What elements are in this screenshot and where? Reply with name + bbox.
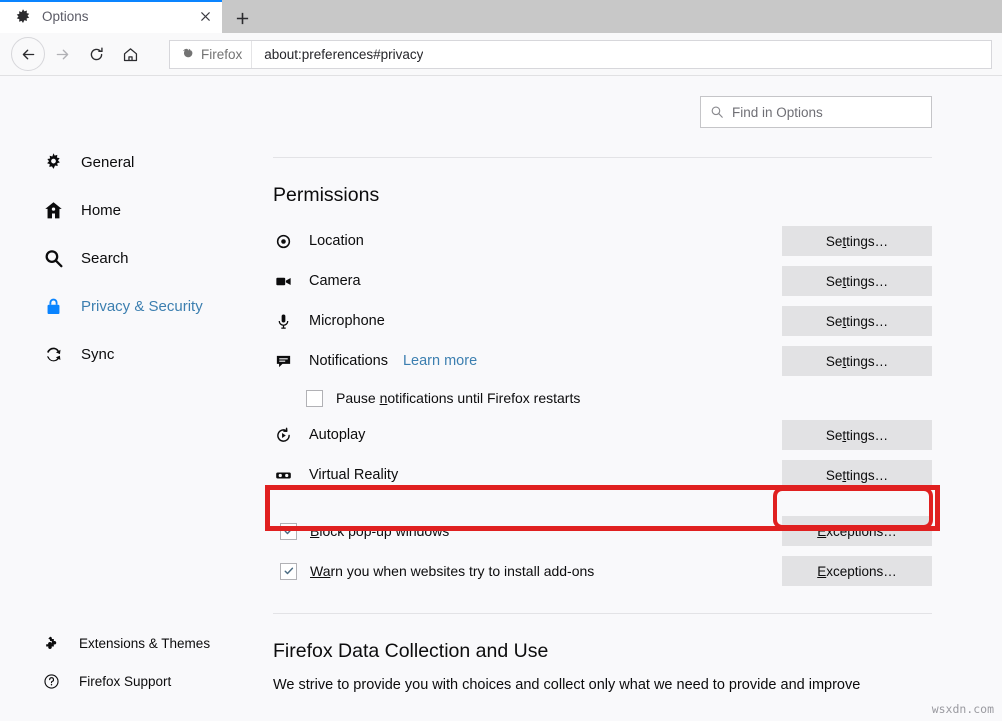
back-arrow-icon[interactable] — [11, 37, 45, 71]
notification-icon — [273, 351, 293, 371]
sidebar-item-label: Search — [81, 250, 129, 267]
sync-icon — [42, 343, 64, 365]
search-icon — [710, 105, 724, 119]
new-tab-button[interactable] — [222, 3, 262, 33]
block-popups-exceptions-button[interactable]: Exceptions… — [782, 516, 932, 546]
pause-notifications-checkbox[interactable] — [306, 390, 323, 407]
puzzle-icon — [42, 634, 60, 652]
gear-icon — [42, 151, 64, 173]
navigation-toolbar: Firefox about:preferences#privacy — [0, 33, 1002, 76]
forward-arrow-icon[interactable] — [45, 37, 79, 71]
sidebar-item-firefox-support[interactable]: Firefox Support — [0, 662, 266, 700]
sidebar-item-general[interactable]: General — [0, 138, 266, 186]
option-row-warn-addons: Warn you when websites try to install ad… — [273, 551, 932, 591]
permission-label: Notifications — [309, 353, 388, 369]
permission-row-microphone: Microphone Settings… — [273, 301, 932, 341]
question-circle-icon — [42, 672, 60, 690]
search-input[interactable]: Find in Options — [700, 96, 932, 128]
watermark: wsxdn.com — [932, 702, 994, 716]
pause-notifications-label: Pause notifications until Firefox restar… — [336, 390, 580, 406]
sidebar-item-label: Privacy & Security — [81, 298, 203, 315]
sidebar-item-extensions-themes[interactable]: Extensions & Themes — [0, 624, 266, 662]
sidebar-footer: Extensions & Themes Firefox Support — [0, 624, 266, 720]
sidebar-footer-label: Extensions & Themes — [79, 636, 210, 651]
learn-more-link[interactable]: Learn more — [403, 353, 477, 369]
microphone-settings-button[interactable]: Settings… — [782, 306, 932, 336]
firefox-logo-icon — [180, 47, 195, 62]
permission-label: Autoplay — [309, 427, 365, 443]
permission-row-notifications: Notifications Learn more Settings… — [273, 341, 932, 381]
section-divider-top — [273, 157, 932, 158]
camera-settings-button[interactable]: Settings… — [782, 266, 932, 296]
preferences-sidebar: General Home Search — [0, 76, 266, 720]
data-collection-paragraph: We strive to provide you with choices an… — [273, 675, 932, 696]
magnifier-icon — [42, 247, 64, 269]
camera-icon — [273, 271, 293, 291]
autoplay-icon — [273, 425, 293, 445]
sidebar-item-home[interactable]: Home — [0, 186, 266, 234]
section-divider-bottom — [273, 613, 932, 614]
identity-box: Firefox — [170, 41, 252, 68]
tab-strip: Options — [0, 0, 1002, 33]
sidebar-item-label: Home — [81, 202, 121, 219]
sidebar-item-label: Sync — [81, 346, 114, 363]
permission-label: Microphone — [309, 313, 385, 329]
option-row-block-popups: Block pop-up windows Exceptions… — [273, 511, 932, 551]
block-popups-checkbox[interactable] — [280, 523, 297, 540]
search-area: Find in Options — [266, 96, 1002, 128]
permissions-section: Permissions Location Settings… — [266, 184, 1002, 591]
block-popups-label: Block pop-up windows — [310, 523, 782, 539]
autoplay-settings-button[interactable]: Settings… — [782, 420, 932, 450]
virtual-reality-settings-button[interactable]: Settings… — [782, 460, 932, 490]
gear-icon — [14, 8, 32, 26]
permission-row-virtual-reality: Virtual Reality Settings… — [273, 455, 932, 495]
permission-row-location: Location Settings… — [273, 221, 932, 261]
close-icon[interactable] — [196, 8, 214, 26]
preferences-content: Find in Options Permissions Location Set… — [266, 76, 1002, 720]
tab-title: Options — [42, 9, 196, 24]
url-text[interactable]: about:preferences#privacy — [252, 47, 423, 62]
sidebar-item-label: General — [81, 154, 134, 171]
page-title: Permissions — [273, 184, 932, 207]
location-icon — [273, 231, 293, 251]
identity-label: Firefox — [201, 47, 242, 62]
data-collection-heading: Firefox Data Collection and Use — [273, 640, 932, 663]
pause-notifications-row: Pause notifications until Firefox restar… — [273, 381, 932, 415]
permission-label: Camera — [309, 273, 361, 289]
permission-row-autoplay: Autoplay Settings… — [273, 415, 932, 455]
microphone-icon — [273, 311, 293, 331]
notifications-settings-button[interactable]: Settings… — [782, 346, 932, 376]
permission-label: Virtual Reality — [309, 467, 398, 483]
sidebar-item-sync[interactable]: Sync — [0, 330, 266, 378]
sidebar-item-search[interactable]: Search — [0, 234, 266, 282]
tab-options[interactable]: Options — [0, 0, 222, 33]
warn-addons-exceptions-button[interactable]: Exceptions… — [782, 556, 932, 586]
home-icon — [42, 199, 64, 221]
preferences-page: General Home Search — [0, 76, 1002, 720]
home-icon[interactable] — [113, 37, 147, 71]
permission-label: Location — [309, 233, 364, 249]
sidebar-item-privacy-security[interactable]: Privacy & Security — [0, 282, 266, 330]
lock-icon — [42, 295, 64, 317]
permission-row-camera: Camera Settings… — [273, 261, 932, 301]
url-bar[interactable]: Firefox about:preferences#privacy — [169, 40, 992, 69]
warn-addons-label: Warn you when websites try to install ad… — [310, 563, 782, 579]
vr-goggles-icon — [273, 465, 293, 485]
sidebar-footer-label: Firefox Support — [79, 674, 171, 689]
reload-icon[interactable] — [79, 37, 113, 71]
data-collection-section: Firefox Data Collection and Use We striv… — [266, 640, 1002, 696]
search-placeholder: Find in Options — [732, 105, 823, 120]
warn-addons-checkbox[interactable] — [280, 563, 297, 580]
location-settings-button[interactable]: Settings… — [782, 226, 932, 256]
